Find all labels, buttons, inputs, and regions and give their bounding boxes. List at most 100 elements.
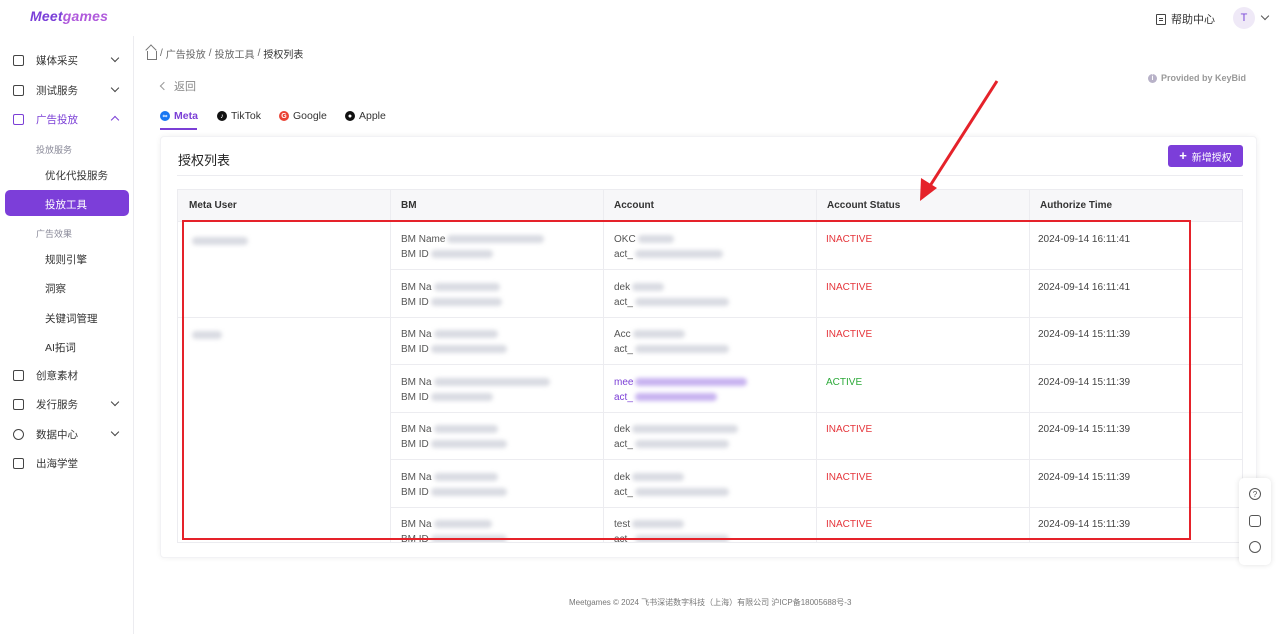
sidebar-item-optimize[interactable]: 优化代投服务 (45, 168, 108, 183)
tab-tiktok[interactable]: ♪ TikTok (217, 110, 261, 122)
data-icon (13, 428, 24, 440)
sidebar-item-label: 发行服务 (36, 398, 78, 411)
table-row: BM Na BM ID dek act_ INACTIVE 2024-09-14 16:1… (390, 271, 1242, 318)
col-bm: BM (401, 200, 417, 211)
top-bar: Meetgames 帮助中心 T (0, 0, 1280, 36)
bm-name: BM Name (401, 234, 545, 245)
sidebar-item-label: 投放工具 (45, 199, 87, 211)
help-center-link[interactable]: 帮助中心 (1156, 11, 1215, 27)
sidebar-item-test-service[interactable]: 测试服务 (0, 77, 134, 103)
authorize-time: 2024-09-14 15:11:39 (1038, 376, 1131, 388)
chevron-down-icon (110, 397, 120, 407)
col-account: Account (614, 200, 654, 211)
footer: Meetgames © 2024 飞书深诺数字科技（上海）有限公司 沪ICP备1… (569, 598, 852, 607)
tab-google[interactable]: G Google (279, 110, 327, 122)
meta-user-cell (190, 236, 248, 247)
account-name: OKC (614, 234, 674, 245)
meta-user-cell (190, 330, 222, 341)
academy-icon (13, 457, 24, 469)
account-id: act_ (614, 249, 723, 260)
creative-icon (13, 369, 24, 381)
sidebar-item-academy[interactable]: 出海学堂 (0, 450, 134, 476)
chevron-down-icon[interactable] (1260, 11, 1270, 21)
authorize-time: 2024-09-14 15:11:39 (1038, 471, 1131, 483)
help-icon[interactable]: ? (1249, 488, 1261, 500)
back-button[interactable]: 返回 (159, 78, 196, 94)
authorize-time: 2024-09-14 15:11:39 (1038, 519, 1131, 530)
sidebar-item-ad-tool[interactable]: 投放工具 (5, 190, 129, 216)
support-icon[interactable] (1249, 541, 1261, 553)
account-id: act_ (614, 392, 717, 403)
sidebar: 媒体采买 测试服务 广告投放 投放服务 优化代投服务 投放工具 广告效果 规则引… (0, 36, 134, 634)
account-name: test (614, 519, 685, 530)
nav-group-ad-effect: 广告效果 (36, 229, 73, 239)
sidebar-item-publish[interactable]: 发行服务 (0, 391, 134, 417)
breadcrumb-tool[interactable]: 投放工具 (215, 46, 255, 61)
sidebar-item-label: 数据中心 (36, 428, 78, 441)
publish-icon (13, 398, 24, 410)
sidebar-item-label: 测试服务 (36, 84, 78, 97)
account-id: act_ (614, 344, 729, 355)
avatar[interactable]: T (1233, 7, 1255, 29)
meetgames-logo[interactable]: Meetgames (30, 8, 108, 24)
account-name: Acc (614, 329, 685, 340)
bm-name: BM Na (401, 377, 550, 388)
account-name: mee (614, 377, 748, 388)
breadcrumb-current: 授权列表 (263, 50, 304, 61)
sidebar-item-insight[interactable]: 洞察 (45, 281, 66, 296)
sidebar-item-label: 媒体采买 (36, 54, 78, 67)
bm-name: BM Na (401, 519, 492, 530)
nav-group-ad-service: 投放服务 (36, 145, 73, 155)
ads-icon (13, 113, 24, 125)
tiktok-icon: ♪ (217, 111, 227, 121)
sidebar-item-rules[interactable]: 规则引擎 (45, 252, 87, 267)
test-icon (13, 84, 24, 96)
breadcrumb-ads[interactable]: 广告投放 (166, 46, 206, 61)
status-badge: INACTIVE (826, 471, 873, 483)
bm-id: BM ID (401, 297, 502, 308)
add-authorization-button[interactable]: + 新增授权 (1168, 145, 1243, 167)
table-row: BM Name BM ID OKC act_ INACTIVE 2024-09-14 16… (390, 223, 1242, 270)
home-icon[interactable] (147, 50, 157, 60)
back-label: 返回 (174, 81, 196, 93)
authorization-table: Meta User BM Account Account Status Auth… (177, 189, 1243, 543)
sidebar-item-data-center[interactable]: 数据中心 (0, 421, 134, 447)
authorize-time: 2024-09-14 16:11:41 (1038, 234, 1131, 245)
col-account-status: Account Status (827, 200, 901, 211)
sidebar-item-keywords[interactable]: 关键词管理 (45, 311, 98, 326)
bm-id: BM ID (401, 439, 507, 450)
account-id: act_ (614, 439, 729, 450)
chevron-left-icon (159, 81, 169, 91)
info-icon: i (1148, 73, 1157, 83)
chat-icon[interactable] (1249, 515, 1261, 527)
authorize-time: 2024-09-14 15:11:39 (1038, 329, 1131, 340)
bm-name: BM Na (401, 329, 498, 340)
provided-by: i Provided by KeyBid (1148, 73, 1246, 83)
bm-id: BM ID (401, 534, 507, 542)
help-center-label: 帮助中心 (1171, 14, 1215, 26)
breadcrumb: / 广告投放 / 投放工具 / 授权列表 (147, 46, 303, 61)
account-id: act_ (614, 487, 729, 498)
floating-toolbar: ? (1239, 478, 1271, 565)
authorize-time: 2024-09-14 15:11:39 (1038, 424, 1131, 435)
tab-apple[interactable]: ● Apple (345, 110, 386, 122)
plus-icon: + (1179, 148, 1187, 163)
document-icon (1156, 13, 1166, 25)
sidebar-item-ads[interactable]: 广告投放 (0, 106, 134, 132)
account-name: dek (614, 472, 685, 483)
bm-name: BM Na (401, 424, 498, 435)
status-badge: INACTIVE (826, 234, 873, 245)
bm-name: BM Na (401, 282, 500, 293)
tab-meta[interactable]: ∞ Meta (160, 110, 198, 122)
chevron-down-icon (110, 53, 120, 63)
sidebar-item-creative[interactable]: 创意素材 (0, 362, 134, 388)
status-badge: INACTIVE (826, 519, 873, 530)
table-row: BM Na BM ID test act_ INACTIVE 2024-09-14 15:… (390, 508, 1242, 542)
sidebar-item-media-buying[interactable]: 媒体采买 (0, 47, 134, 73)
sidebar-item-label: 创意素材 (36, 369, 78, 382)
sidebar-item-label: 广告投放 (36, 113, 78, 126)
apple-icon: ● (345, 111, 355, 121)
table-row: BM Na BM ID dek act_ INACTIVE 2024-09-14 15:1… (390, 413, 1242, 460)
authorization-list-card: 授权列表 + 新增授权 Meta User BM Account Account… (160, 136, 1257, 558)
sidebar-item-ai-keywords[interactable]: AI拓词 (45, 340, 76, 355)
